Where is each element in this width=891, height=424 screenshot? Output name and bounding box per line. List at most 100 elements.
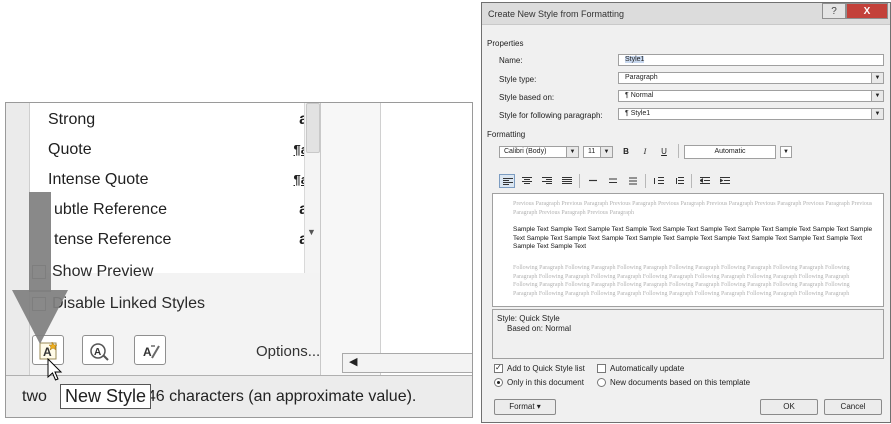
horizontal-scrollbar[interactable]: ◀ — [342, 353, 472, 373]
align-left-button[interactable] — [499, 174, 515, 188]
style-item-subtle-reference[interactable]: ubtle Reference a — [48, 195, 318, 225]
dialog-title-bar: Create New Style from Formatting ? X — [482, 3, 890, 25]
align-right-icon — [542, 177, 552, 184]
svg-text:A: A — [94, 347, 101, 358]
preview-sample-text: Sample Text Sample Text Sample Text Samp… — [513, 226, 873, 250]
decrease-indent-icon — [700, 177, 710, 184]
double-spacing-button[interactable] — [625, 174, 641, 188]
only-this-document-radio[interactable] — [494, 378, 503, 387]
based-on-select[interactable]: ¶ Normal ▼ — [618, 90, 884, 102]
manage-styles-button[interactable]: A — [134, 335, 166, 365]
cancel-button[interactable]: Cancel — [824, 399, 882, 415]
properties-heading: Properties — [487, 39, 524, 48]
disable-linked-styles-label: Disable Linked Styles — [52, 295, 205, 312]
help-button[interactable]: ? — [822, 3, 846, 19]
down-arrow-icon — [12, 192, 68, 344]
toolbar-separator — [645, 174, 646, 188]
close-button[interactable]: X — [846, 3, 888, 19]
document-area — [320, 103, 472, 375]
align-center-button[interactable] — [519, 174, 535, 188]
styles-list-scrollbar[interactable]: ▼ — [304, 103, 320, 273]
style-type-select[interactable]: Paragraph ▼ — [618, 72, 884, 84]
one-half-spacing-button[interactable] — [605, 174, 621, 188]
style-inspector-icon: A — [90, 343, 109, 361]
document-margin — [321, 103, 381, 375]
formatting-heading: Formatting — [487, 130, 526, 139]
increase-indent-icon — [720, 177, 730, 184]
chevron-down-icon[interactable]: ▼ — [600, 147, 612, 157]
status-prefix: two — [22, 388, 47, 405]
add-quick-style-label: Add to Quick Style list — [507, 364, 585, 373]
style-item-label: tense Reference — [54, 231, 172, 248]
align-left-icon — [503, 178, 513, 185]
dialog-title: Create New Style from Formatting — [488, 9, 625, 19]
toolbar-separator — [691, 174, 692, 188]
format-button[interactable]: Format ▾ — [494, 399, 556, 415]
font-size-select[interactable]: 11 ▼ — [583, 146, 613, 158]
single-spacing-icon — [589, 179, 597, 182]
style-item-intense-reference[interactable]: tense Reference a — [48, 225, 318, 255]
style-description: Style: Quick Style Based on: Normal — [492, 309, 884, 359]
style-type-label: Style type: — [499, 75, 537, 84]
style-item-intense-quote[interactable]: Intense Quote ¶a — [48, 165, 318, 195]
styles-list: Strong a Quote ¶a Intense Quote ¶a ubtle… — [30, 103, 320, 273]
space-after-button[interactable] — [671, 174, 687, 188]
style-item-label: Strong — [48, 111, 96, 128]
description-style: Style: Quick Style — [497, 314, 560, 323]
align-right-button[interactable] — [539, 174, 555, 188]
following-label: Style for following paragraph: — [499, 111, 603, 120]
double-spacing-icon — [629, 177, 637, 185]
new-documents-label: New documents based on this template — [610, 378, 751, 387]
svg-text:A: A — [143, 345, 152, 359]
chevron-down-icon[interactable]: ▼ — [871, 91, 883, 101]
toolbar-separator — [678, 144, 679, 158]
status-bar: two 46 characters (an approximate value).… — [6, 375, 472, 417]
style-item-strong[interactable]: Strong a — [48, 105, 318, 135]
font-color-dropdown[interactable]: ▼ — [780, 146, 792, 158]
space-after-icon — [676, 177, 684, 184]
name-label: Name: — [499, 56, 523, 65]
status-suffix: 46 characters (an approximate value). — [146, 388, 417, 405]
style-type-value: Paragraph — [625, 74, 658, 81]
chevron-down-icon: ▼ — [783, 149, 789, 155]
add-quick-style-checkbox[interactable] — [494, 363, 503, 373]
font-select[interactable]: Calibri (Body) ▼ — [499, 146, 579, 158]
preview-previous-paragraph: Previous Paragraph Previous Paragraph Pr… — [513, 201, 873, 216]
description-based-on: Based on: Normal — [507, 324, 572, 333]
one-half-spacing-icon — [609, 178, 617, 183]
name-field[interactable]: Style1 — [618, 54, 884, 66]
chevron-down-icon[interactable]: ▼ — [871, 109, 883, 119]
scrollbar-thumb[interactable] — [306, 103, 320, 153]
chevron-down-icon[interactable]: ▼ — [871, 73, 883, 83]
auto-update-label: Automatically update — [610, 364, 685, 373]
underline-button[interactable]: U — [656, 145, 672, 158]
styles-pane: Strong a Quote ¶a Intense Quote ¶a ubtle… — [5, 102, 473, 418]
options-link[interactable]: Options... — [256, 343, 320, 360]
style-item-label: Quote — [48, 141, 92, 158]
new-documents-radio[interactable] — [597, 378, 606, 387]
toolbar-separator — [579, 174, 580, 188]
style-inspector-button[interactable]: A — [82, 335, 114, 365]
create-style-dialog: Create New Style from Formatting ? X Pro… — [481, 2, 891, 423]
space-before-button[interactable] — [651, 174, 667, 188]
font-value: Calibri (Body) — [504, 148, 547, 155]
based-on-value: ¶ Normal — [625, 92, 654, 99]
justify-button[interactable] — [559, 174, 575, 188]
style-item-label: ubtle Reference — [54, 201, 167, 218]
scroll-down-arrow-icon[interactable]: ▼ — [307, 227, 316, 237]
decrease-indent-button[interactable] — [697, 174, 713, 188]
bold-button[interactable]: B — [618, 145, 634, 158]
increase-indent-button[interactable] — [717, 174, 733, 188]
italic-button[interactable]: I — [637, 145, 653, 158]
new-style-tooltip: New Style — [60, 384, 152, 409]
ok-button[interactable]: OK — [760, 399, 818, 415]
single-spacing-button[interactable] — [585, 174, 601, 188]
following-value: ¶ Style1 — [625, 110, 651, 117]
font-color-select[interactable]: Automatic — [684, 145, 776, 159]
style-item-quote[interactable]: Quote ¶a — [48, 135, 318, 165]
scroll-left-arrow-icon[interactable]: ◀ — [349, 355, 357, 368]
auto-update-checkbox[interactable] — [597, 364, 606, 373]
following-style-select[interactable]: ¶ Style1 ▼ — [618, 108, 884, 120]
font-size-value: 11 — [588, 148, 596, 155]
chevron-down-icon[interactable]: ▼ — [566, 147, 578, 157]
